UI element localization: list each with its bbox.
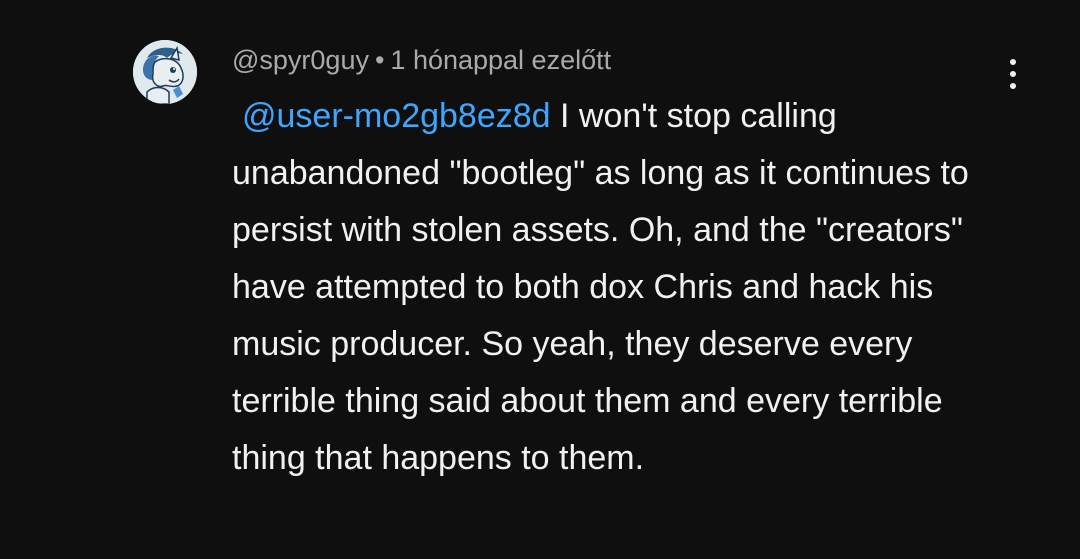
comment-header: @spyr0guy • 1 hónappal ezelőtt (232, 42, 611, 78)
more-vertical-icon-dot (1010, 83, 1016, 89)
more-vertical-icon-dot (1010, 71, 1016, 77)
more-actions-button[interactable] (996, 52, 1030, 96)
comment-timestamp[interactable]: 1 hónappal ezelőtt (390, 45, 611, 75)
pony-avatar-icon (133, 40, 197, 104)
comment-text: @user-mo2gb8ez8d I won't stop calling un… (232, 88, 992, 487)
mention-link[interactable]: @user-mo2gb8ez8d (242, 97, 551, 135)
more-vertical-icon-dot (1010, 59, 1016, 65)
meta-separator: • (374, 45, 385, 75)
comment-body: I won't stop calling unabandoned "bootle… (232, 97, 969, 477)
avatar[interactable] (133, 40, 197, 104)
comment-thread-item: @spyr0guy • 1 hónappal ezelőtt @user-mo2gb… (0, 0, 1080, 559)
author-name[interactable]: @spyr0guy (232, 45, 369, 75)
